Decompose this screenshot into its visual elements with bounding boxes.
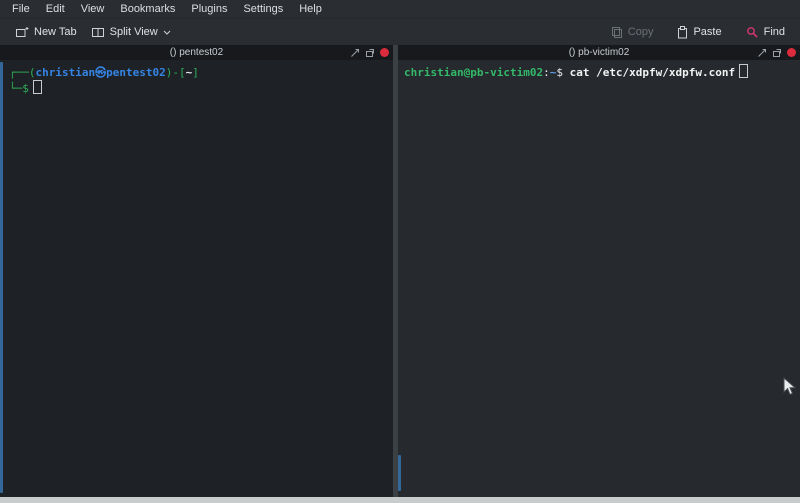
toolbar-right-group: Copy Paste Find xyxy=(604,23,792,42)
konsole-window: File Edit View Bookmarks Plugins Setting… xyxy=(0,0,800,503)
new-tab-button[interactable]: New Tab xyxy=(8,23,84,41)
menu-settings[interactable]: Settings xyxy=(235,0,291,18)
menu-help[interactable]: Help xyxy=(291,0,330,18)
new-tab-icon xyxy=(15,26,29,38)
terminal-cursor xyxy=(739,64,748,78)
terminal-icon: () xyxy=(569,47,576,58)
find-icon xyxy=(746,26,759,39)
pane-actions-left xyxy=(350,45,389,60)
pane-actions-right xyxy=(757,45,796,60)
copy-icon xyxy=(611,26,623,39)
scrollbar-left-pane[interactable] xyxy=(0,60,3,497)
menu-edit[interactable]: Edit xyxy=(38,0,73,18)
pane-header-right[interactable]: () pb-victim02 xyxy=(398,45,800,60)
terminal-pane-pentest02: () pentest02 xyxy=(0,45,393,497)
new-tab-label: New Tab xyxy=(34,26,77,38)
prompt-line: christian@pb-victim02:~$ cat /etc/xdpfw/… xyxy=(404,64,796,80)
paste-button[interactable]: Paste xyxy=(670,23,728,42)
menu-bookmarks[interactable]: Bookmarks xyxy=(112,0,183,18)
prompt-line-1: ┌──(christian㉿pentest02)-[~] xyxy=(9,66,389,80)
scrollbar-thumb[interactable] xyxy=(398,455,401,491)
close-pane-button[interactable] xyxy=(380,48,389,57)
detach-pane-icon[interactable] xyxy=(365,48,375,58)
split-view-button[interactable]: Split View xyxy=(84,23,178,41)
prompt-user-host: christian@pb-victim02 xyxy=(404,66,543,79)
scrollbar-thumb[interactable] xyxy=(0,62,3,493)
pane-title-left: () pentest02 xyxy=(0,45,393,60)
copy-button[interactable]: Copy xyxy=(604,23,661,42)
chevron-down-icon xyxy=(163,30,171,35)
scrollbar-right-pane[interactable] xyxy=(398,60,401,497)
terminal-screen-pentest02[interactable]: ┌──(christian㉿pentest02)-[~] └─$ xyxy=(0,60,393,497)
prompt-user-host: christian㉿pentest02 xyxy=(36,66,166,79)
prompt-line-2: └─$ xyxy=(9,80,389,96)
paste-label: Paste xyxy=(693,26,721,38)
menu-bar: File Edit View Bookmarks Plugins Setting… xyxy=(0,0,800,19)
maximize-pane-icon[interactable] xyxy=(350,48,360,58)
close-pane-button[interactable] xyxy=(787,48,796,57)
menu-plugins[interactable]: Plugins xyxy=(183,0,235,18)
split-view-container: () pentest02 xyxy=(0,45,800,497)
menu-view[interactable]: View xyxy=(73,0,113,18)
terminal-pane-pb-victim02: () pb-victim02 xyxy=(398,45,800,497)
maximize-pane-icon[interactable] xyxy=(757,48,767,58)
typed-command: cat /etc/xdpfw/xdpfw.conf xyxy=(570,66,736,79)
paste-icon xyxy=(677,26,688,39)
menu-file[interactable]: File xyxy=(4,0,38,18)
pane-title-right: () pb-victim02 xyxy=(398,45,800,60)
pane-header-left[interactable]: () pentest02 xyxy=(0,45,393,60)
split-view-label: Split View xyxy=(110,26,158,38)
copy-label: Copy xyxy=(628,26,654,38)
terminal-cursor xyxy=(33,80,42,94)
find-button[interactable]: Find xyxy=(739,23,792,42)
toolbar: New Tab Split View xyxy=(0,19,800,45)
window-bottom-edge xyxy=(0,497,800,503)
terminal-screen-pb-victim02[interactable]: christian@pb-victim02:~$ cat /etc/xdpfw/… xyxy=(398,60,800,497)
find-label: Find xyxy=(764,26,785,38)
split-view-icon xyxy=(91,26,105,38)
detach-pane-icon[interactable] xyxy=(772,48,782,58)
terminal-icon: () xyxy=(170,47,177,58)
